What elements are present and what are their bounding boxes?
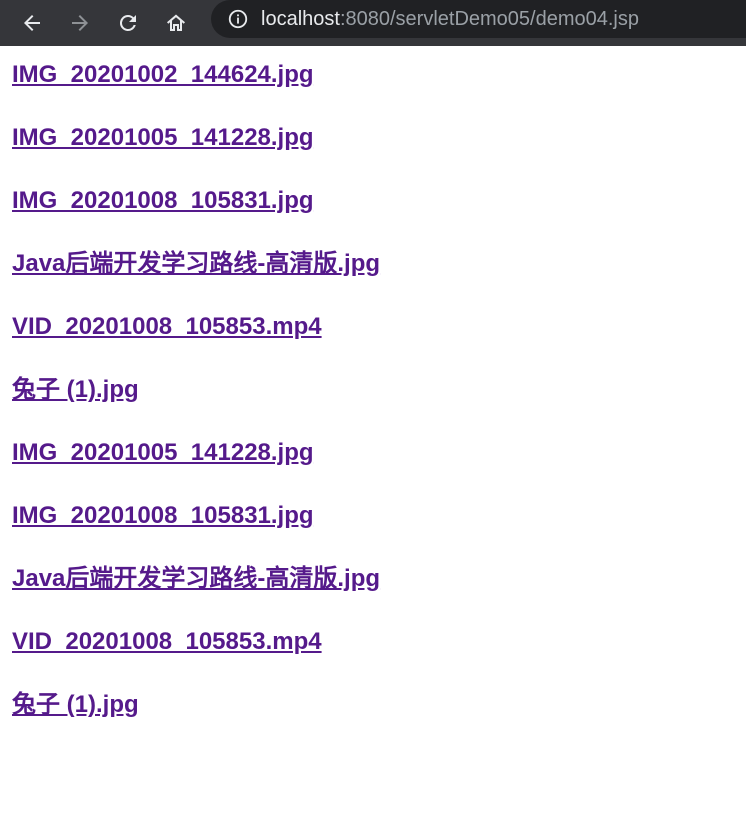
url-path: :8080/servletDemo05/demo04.jsp — [339, 8, 639, 30]
file-link[interactable]: Java后端开发学习路线-高清版.jpg — [12, 564, 380, 594]
file-link[interactable]: VID_20201008_105853.mp4 — [12, 312, 322, 342]
address-bar[interactable]: localhost:8080/servletDemo05/demo04.jsp — [211, 0, 746, 38]
list-item: 兔子 (1).jpg — [12, 361, 746, 424]
file-link[interactable]: IMG_20201002_144624.jpg — [12, 60, 314, 90]
file-link[interactable]: VID_20201008_105853.mp4 — [12, 627, 322, 657]
browser-toolbar: localhost:8080/servletDemo05/demo04.jsp — [0, 0, 746, 46]
list-item: Java后端开发学习路线-高清版.jpg — [12, 550, 746, 613]
back-arrow-icon — [24, 15, 40, 31]
file-link[interactable]: 兔子 (1).jpg — [12, 690, 139, 720]
forward-arrow-icon — [72, 15, 88, 31]
reload-button[interactable] — [110, 5, 146, 41]
info-icon[interactable] — [227, 8, 249, 30]
home-icon — [167, 14, 185, 31]
file-link[interactable]: IMG_20201005_141228.jpg — [12, 438, 314, 468]
file-link[interactable]: IMG_20201008_105831.jpg — [12, 186, 314, 216]
file-link[interactable]: 兔子 (1).jpg — [12, 375, 139, 405]
list-item: VID_20201008_105853.mp4 — [12, 613, 746, 676]
list-item: IMG_20201002_144624.jpg — [12, 46, 746, 109]
forward-button[interactable] — [62, 5, 98, 41]
home-button[interactable] — [158, 5, 194, 41]
list-item: IMG_20201008_105831.jpg — [12, 172, 746, 235]
back-button[interactable] — [14, 5, 50, 41]
url-text: localhost:8080/servletDemo05/demo04.jsp — [261, 7, 639, 31]
file-list: IMG_20201002_144624.jpg IMG_20201005_141… — [12, 46, 746, 739]
file-link[interactable]: IMG_20201008_105831.jpg — [12, 501, 314, 531]
list-item: IMG_20201005_141228.jpg — [12, 424, 746, 487]
file-link[interactable]: IMG_20201005_141228.jpg — [12, 123, 314, 153]
list-item: 兔子 (1).jpg — [12, 676, 746, 739]
list-item: IMG_20201005_141228.jpg — [12, 109, 746, 172]
reload-icon — [119, 14, 136, 31]
list-item: Java后端开发学习路线-高清版.jpg — [12, 235, 746, 298]
url-host: localhost — [261, 8, 340, 30]
list-item: VID_20201008_105853.mp4 — [12, 298, 746, 361]
list-item: IMG_20201008_105831.jpg — [12, 487, 746, 550]
file-link[interactable]: Java后端开发学习路线-高清版.jpg — [12, 249, 380, 279]
